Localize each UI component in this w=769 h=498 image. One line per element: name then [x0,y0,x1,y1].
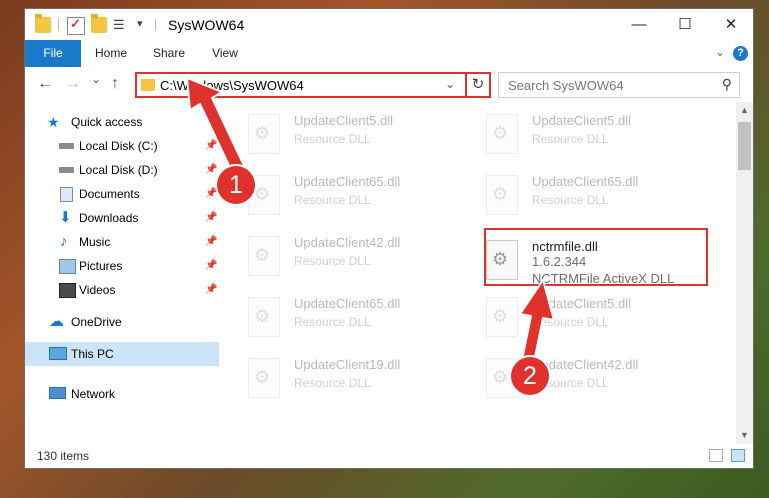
annotation-arrows [186,77,555,363]
step-2-badge: 2 [511,357,549,395]
step-1-badge: 1 [217,166,255,204]
arrow-2 [519,279,555,363]
arrow-1 [186,77,247,177]
